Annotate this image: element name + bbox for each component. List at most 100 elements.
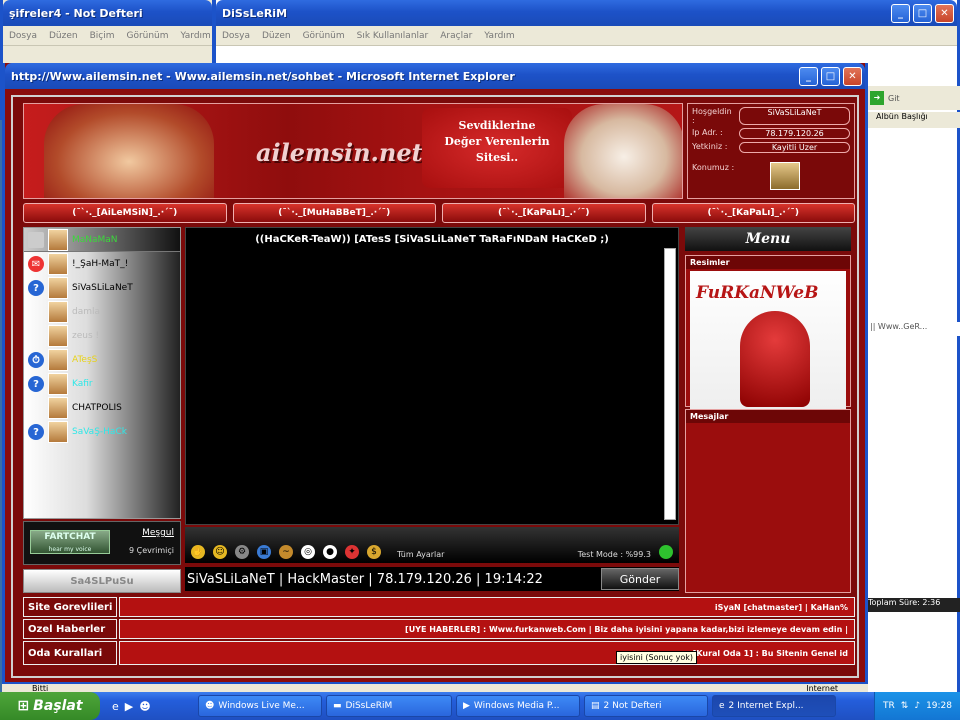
- pipe-icon[interactable]: ~: [279, 545, 293, 559]
- menu-sik-kullanilanlar[interactable]: Sık Kullanılanlar: [357, 31, 429, 41]
- online-count: 9 Çevrimiçi: [128, 546, 174, 555]
- avatar[interactable]: [770, 162, 800, 190]
- user-row[interactable]: ✉ !_ŞaH-MaT_!: [24, 252, 180, 276]
- notepad-titlebar[interactable]: şifreler4 - Not Defteri: [3, 0, 212, 26]
- user-row[interactable]: zeus !: [24, 324, 180, 348]
- username[interactable]: SaVaŞ-HaCk: [72, 427, 127, 437]
- status-icon: [28, 328, 44, 344]
- ie-title: http://Www.ailemsin.net - Www.ailemsin.n…: [11, 69, 515, 83]
- moneybag-icon[interactable]: $: [367, 545, 381, 559]
- minimize-button[interactable]: _: [799, 66, 818, 86]
- user-row[interactable]: ⏱ ATeşS: [24, 348, 180, 372]
- menu-header[interactable]: Menu: [685, 227, 851, 251]
- username[interactable]: Kafir: [72, 379, 93, 389]
- nav-kapali-1[interactable]: (¯`·._[KaPaLı]_.·´¯): [442, 203, 646, 223]
- user-row[interactable]: damla: [24, 300, 180, 324]
- info-value: Kayitli Uzer: [739, 142, 850, 153]
- send-button[interactable]: Gönder: [601, 568, 679, 590]
- messenger-icon: ☻: [205, 701, 215, 711]
- clock[interactable]: 19:28: [926, 701, 952, 711]
- status-busy-link[interactable]: Meşgul: [142, 528, 174, 538]
- user-row[interactable]: ? Kafir: [24, 372, 180, 396]
- close-button[interactable]: ✕: [935, 3, 954, 23]
- explorer-menubar: Dosya Düzen Görünüm Sık Kullanılanlar Ar…: [216, 26, 957, 46]
- smiley-icon[interactable]: ☺: [213, 545, 227, 559]
- close-button[interactable]: ✕: [843, 66, 862, 86]
- eye-icon[interactable]: ●: [323, 545, 337, 559]
- menu-gorunum[interactable]: Görünüm: [303, 31, 345, 41]
- news-ticker: [UYE HABERLER] : Www.furkanweb.Com | Biz…: [119, 619, 855, 639]
- rules-bar: Oda Kurallari [Kural Oda 1] : Bu Sitenin…: [23, 641, 855, 665]
- go-button[interactable]: Git: [888, 94, 900, 103]
- push-to-talk-button[interactable]: Sa4SLPuSu: [23, 569, 181, 593]
- menu-yardim[interactable]: Yardım: [484, 31, 514, 41]
- ie-titlebar[interactable]: http://Www.ailemsin.net - Www.ailemsin.n…: [5, 63, 865, 89]
- hand-icon[interactable]: ✋: [191, 545, 205, 559]
- target-icon[interactable]: ◎: [301, 545, 315, 559]
- help-icon: ?: [28, 280, 44, 296]
- task-notepad[interactable]: ▤ 2 Not Defteri: [584, 695, 708, 717]
- info-value: 78.179.120.26: [739, 128, 850, 139]
- avatar: [48, 373, 68, 395]
- nav-kapali-2[interactable]: (¯`·._[KaPaLı]_.·´¯): [651, 203, 855, 223]
- menu-araclar[interactable]: Araçlar: [440, 31, 472, 41]
- image-icon[interactable]: ▣: [257, 545, 271, 559]
- username[interactable]: CHATPOLIS: [72, 403, 122, 413]
- menu-yardim[interactable]: Yardım: [181, 31, 211, 41]
- messenger-icon[interactable]: ☻: [139, 700, 150, 713]
- menu-bicim[interactable]: Biçim: [90, 31, 115, 41]
- chat-scrollbar[interactable]: [664, 248, 676, 520]
- status-icon: [659, 545, 673, 559]
- volume-icon[interactable]: ♪: [914, 701, 920, 711]
- network-icon[interactable]: ⇅: [901, 701, 909, 711]
- message-input[interactable]: SiVaSLiLaNeT | HackMaster | 78.179.120.2…: [185, 572, 601, 587]
- info-label: Konumuz :: [692, 163, 735, 172]
- fartchat-logo[interactable]: FARTCHAT hear my voice: [30, 530, 110, 554]
- nav-muhabbet[interactable]: (¯`·._[MuHaBBeT]_.·´¯): [232, 203, 436, 223]
- folder-icon: ▬: [333, 701, 342, 711]
- menu-duzen[interactable]: Düzen: [49, 31, 78, 41]
- chat-message: ((HaCKeR-TeaW)) [ATesS [SiVaSLiLaNeT TaR…: [255, 234, 609, 245]
- task-wmp[interactable]: ▶ Windows Media P...: [456, 695, 580, 717]
- ie-icon[interactable]: e: [112, 700, 119, 713]
- menu-duzen[interactable]: Düzen: [262, 31, 291, 41]
- ie-icon: e: [719, 701, 725, 711]
- picture-image[interactable]: FuRKaNWeB: [690, 271, 846, 411]
- total-time: Toplam Süre: 2:36: [866, 598, 960, 612]
- user-row[interactable]: CHATPOLIS: [24, 396, 180, 420]
- minimize-button[interactable]: _: [891, 3, 910, 23]
- task-ie[interactable]: e2 Internet Expl...: [712, 695, 836, 717]
- username[interactable]: zeus !: [72, 331, 99, 341]
- track-item[interactable]: || Www..GeR...: [870, 322, 960, 336]
- menu-dosya[interactable]: Dosya: [222, 31, 250, 41]
- menu-dosya[interactable]: Dosya: [9, 31, 37, 41]
- username[interactable]: ATeşS: [72, 355, 97, 365]
- username[interactable]: SiVaSLiLaNeT: [72, 283, 133, 293]
- task-explorer[interactable]: ▬ DiSsLeRiM: [326, 695, 452, 717]
- all-settings-link[interactable]: Tüm Ayarlar: [397, 550, 444, 559]
- user-list: MaNaMaN ✉ !_ŞaH-MaT_! ? SiVaSLiLaNeT damla…: [23, 227, 181, 519]
- album-header[interactable]: Albün Başlığı: [868, 112, 960, 128]
- menu-gorunum[interactable]: Görünüm: [126, 31, 168, 41]
- username[interactable]: !_ŞaH-MaT_!: [72, 259, 128, 269]
- maximize-button[interactable]: □: [821, 66, 840, 86]
- bomb-icon[interactable]: ✦: [345, 545, 359, 559]
- user-list-header[interactable]: MaNaMaN: [24, 228, 180, 252]
- fartchat-name: FARTCHAT: [44, 532, 96, 542]
- go-area: ➜ Git: [866, 86, 960, 110]
- start-button[interactable]: ⊞ Başlat: [0, 692, 100, 720]
- username[interactable]: damla: [72, 307, 100, 317]
- task-messenger[interactable]: ☻ Windows Live Me...: [198, 695, 322, 717]
- settings-icon[interactable]: ⚙: [235, 545, 249, 559]
- maximize-button[interactable]: □: [913, 3, 932, 23]
- slogan-line: Sitesi..: [475, 151, 519, 164]
- user-row[interactable]: ? SiVaSLiLaNeT: [24, 276, 180, 300]
- explorer-titlebar[interactable]: DiSsLeRiM _ □ ✕: [216, 0, 957, 26]
- username[interactable]: MaNaMaN: [72, 235, 118, 245]
- language-indicator[interactable]: TR: [883, 701, 895, 711]
- user-row[interactable]: ? SaVaŞ-HaCk: [24, 420, 180, 444]
- media-icon[interactable]: ▶: [125, 700, 133, 713]
- go-arrow-icon[interactable]: ➜: [870, 91, 884, 105]
- nav-ailemsin[interactable]: (¯`·._[AiLeMSiN]_.·´¯): [23, 203, 227, 223]
- avatar: [48, 301, 68, 323]
